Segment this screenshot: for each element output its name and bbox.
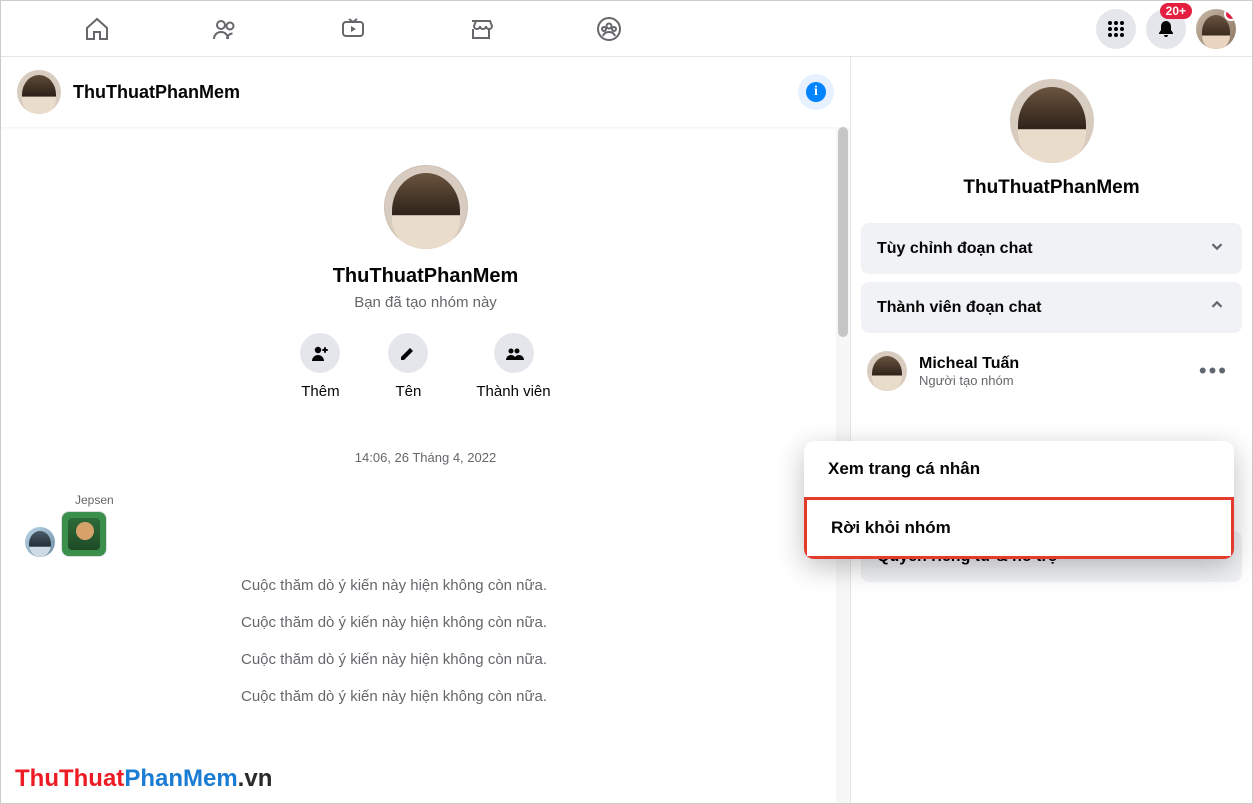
action-label-members: Thành viên: [476, 383, 550, 400]
chat-body[interactable]: ThuThuatPhanMem Bạn đã tạo nhóm này Thêm…: [1, 127, 850, 803]
top-nav: 20+: [1, 1, 1252, 57]
panel-group-avatar[interactable]: [1010, 79, 1094, 163]
add-member-button[interactable]: Thêm: [300, 333, 340, 400]
menu-button[interactable]: [1096, 9, 1136, 49]
attachment-thumbnail[interactable]: [61, 511, 107, 557]
nav-home[interactable]: [37, 1, 157, 57]
section-label: Tùy chỉnh đoạn chat: [877, 240, 1033, 258]
section-chat-members[interactable]: Thành viên đoạn chat: [861, 282, 1242, 333]
add-person-icon: [310, 343, 330, 363]
sender-name: Jepsen: [75, 493, 834, 507]
nav-friends[interactable]: [165, 1, 285, 57]
notif-badge: 20+: [1160, 3, 1192, 19]
nav-tabs: [37, 1, 669, 57]
notifications-button[interactable]: 20+: [1146, 9, 1186, 49]
nav-marketplace[interactable]: [421, 1, 541, 57]
member-row: Micheal Tuấn Người tạo nhóm •••: [861, 341, 1242, 401]
sender-avatar[interactable]: [25, 527, 55, 557]
group-subtitle: Bạn đã tạo nhóm này: [1, 294, 850, 311]
system-message: Cuộc thăm dò ý kiến này hiện không còn n…: [241, 651, 850, 668]
grid-icon: [1106, 19, 1126, 39]
watermark-part2: PhanMem: [124, 765, 237, 792]
section-label: Thành viên đoạn chat: [877, 299, 1041, 317]
menu-item-leave-group[interactable]: Rời khỏi nhóm: [804, 497, 1234, 559]
bell-icon: [1156, 19, 1176, 39]
attachment-row: [25, 511, 834, 557]
system-message: Cuộc thăm dò ý kiến này hiện không còn n…: [241, 577, 850, 594]
info-icon: i: [806, 82, 826, 102]
chat-header: ThuThuatPhanMem i: [1, 57, 850, 127]
action-label-name: Tên: [395, 383, 421, 400]
chat-header-avatar[interactable]: [17, 70, 61, 114]
group-avatar-large: [384, 165, 468, 249]
action-label-add: Thêm: [301, 383, 339, 400]
system-message: Cuộc thăm dò ý kiến này hiện không còn n…: [241, 614, 850, 631]
nav-watch[interactable]: [293, 1, 413, 57]
message-block: Jepsen: [1, 493, 850, 557]
watermark-part3: .vn: [238, 765, 273, 792]
member-name: Micheal Tuấn: [919, 355, 1019, 373]
menu-item-view-profile[interactable]: Xem trang cá nhân: [804, 441, 1234, 497]
group-action-row: Thêm Tên Thành viên: [1, 333, 850, 400]
rename-button[interactable]: Tên: [388, 333, 428, 400]
member-role: Người tạo nhóm: [919, 373, 1019, 388]
conversation-details-panel: ThuThuatPhanMem Tùy chỉnh đoạn chat Thàn…: [850, 57, 1252, 803]
group-title: ThuThuatPhanMem: [1, 265, 850, 288]
chat-timestamp: 14:06, 26 Tháng 4, 2022: [1, 450, 850, 465]
main-wrap: ThuThuatPhanMem i ThuThuatPhanMem Bạn đã…: [1, 57, 1252, 803]
chat-header-title: ThuThuatPhanMem: [73, 82, 240, 103]
nav-right: 20+: [1096, 9, 1236, 49]
system-message: Cuộc thăm dò ý kiến này hiện không còn n…: [241, 688, 850, 705]
conversation-info-button[interactable]: i: [798, 74, 834, 110]
friends-icon: [211, 15, 239, 43]
member-more-button[interactable]: •••: [1191, 354, 1236, 388]
members-button[interactable]: Thành viên: [476, 333, 550, 400]
account-avatar[interactable]: [1196, 9, 1236, 49]
chat-column: ThuThuatPhanMem i ThuThuatPhanMem Bạn đã…: [1, 57, 850, 803]
chevron-up-icon: [1208, 296, 1226, 319]
chevron-down-icon: [1208, 237, 1226, 260]
watermark: ThuThuatPhanMem.vn: [15, 765, 272, 793]
marketplace-icon: [467, 15, 495, 43]
nav-groups[interactable]: [549, 1, 669, 57]
home-icon: [83, 15, 111, 43]
panel-group-title: ThuThuatPhanMem: [861, 177, 1242, 199]
scroll-thumb[interactable]: [838, 127, 848, 337]
watch-icon: [339, 15, 367, 43]
member-avatar[interactable]: [867, 351, 907, 391]
groups-icon: [595, 15, 623, 43]
watermark-part1: ThuThuat: [15, 765, 124, 792]
section-customize-chat[interactable]: Tùy chỉnh đoạn chat: [861, 223, 1242, 274]
pencil-icon: [398, 343, 418, 363]
members-icon: [504, 343, 524, 363]
member-context-menu: Xem trang cá nhân Rời khỏi nhóm: [804, 441, 1234, 559]
account-dot: [1224, 9, 1236, 21]
